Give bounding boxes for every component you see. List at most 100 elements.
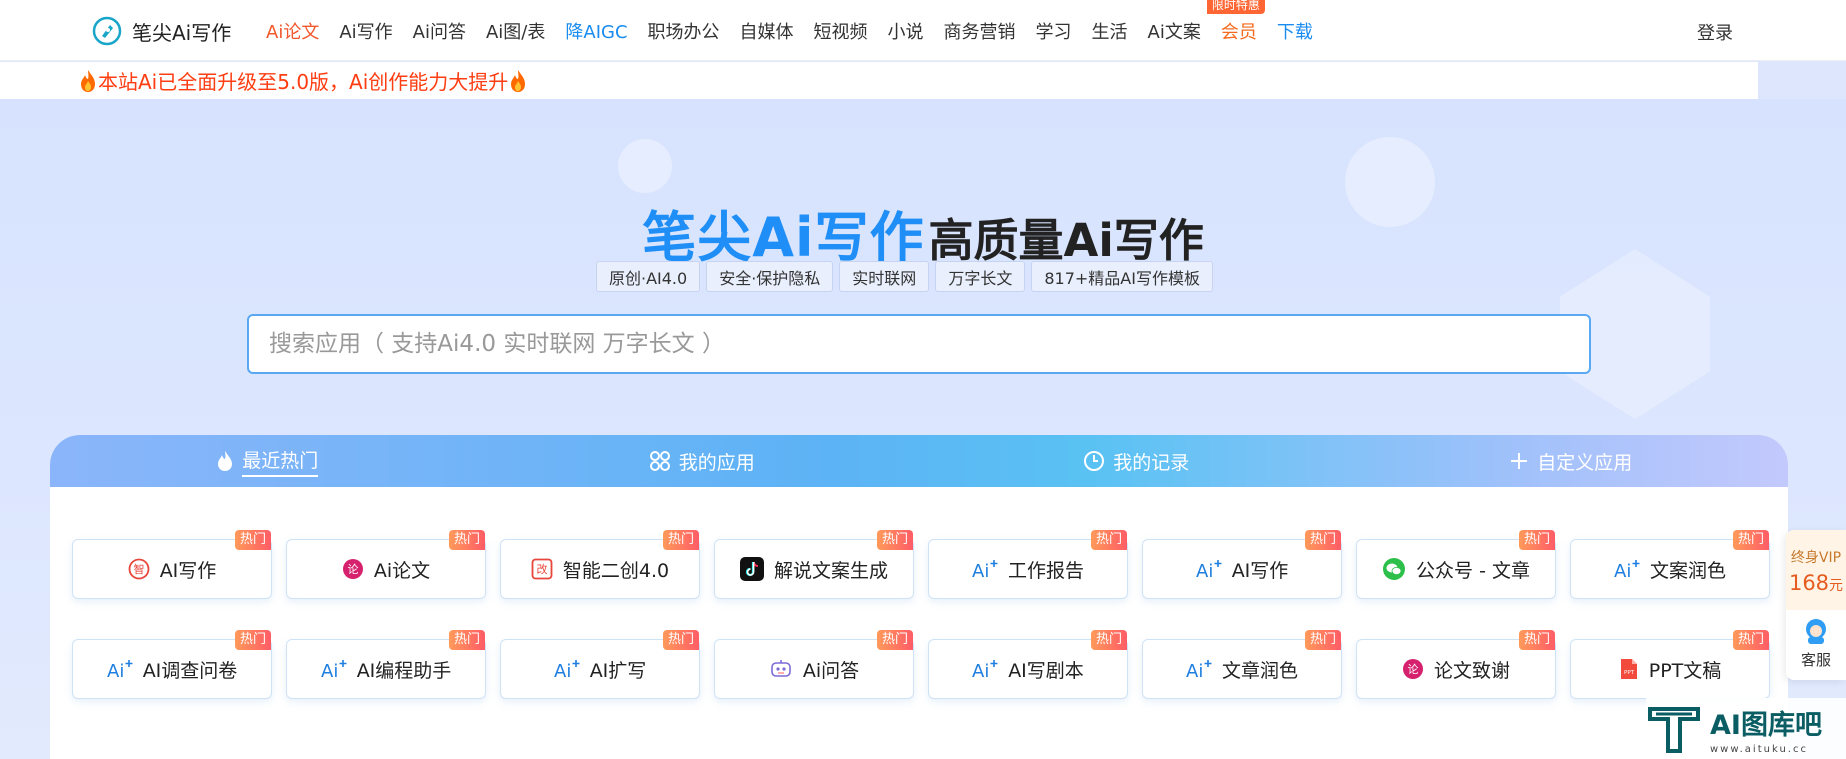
app-card[interactable]: Ai 工作报告 热门	[928, 530, 1128, 599]
nav-link-label: 自媒体	[739, 21, 794, 43]
app-card-label: AI写作	[1231, 559, 1289, 582]
app-card[interactable]: 智 AI写作 热门	[72, 530, 272, 599]
nav-link-10[interactable]: 学习	[1036, 18, 1072, 44]
app-card[interactable]: Ai 文章润色 热门	[1142, 630, 1342, 699]
customer-service-button[interactable]: 客服	[1786, 610, 1846, 670]
tab-3[interactable]: 自定义应用	[1354, 435, 1789, 487]
service-avatar-icon	[1806, 619, 1826, 644]
svg-text:Ai: Ai	[1196, 561, 1213, 580]
brand-logo[interactable]: 笔尖Ai写作	[92, 16, 231, 46]
nav-link-7[interactable]: 短视频	[814, 18, 868, 44]
promo-badge: 限时特惠	[1206, 0, 1265, 14]
plus-icon	[1509, 451, 1537, 471]
ai-sparkle-icon: Ai	[107, 658, 133, 680]
app-card[interactable]: 论 Ai论文 热门	[286, 530, 486, 599]
nav-link-5[interactable]: 职场办公	[648, 18, 720, 44]
app-card[interactable]: Ai AI调查问卷 热门	[72, 630, 272, 699]
hero-section: 笔尖Ai写作高质量Ai写作 原创·AI4.0 安全·保护隐私 实时联网 万字长文 817…	[0, 99, 1846, 759]
tab-0[interactable]: 最近热门	[50, 435, 485, 487]
app-card-label: AI写作	[159, 559, 217, 582]
hot-badge: 热门	[448, 530, 485, 550]
tab-1[interactable]: 我的应用	[485, 435, 920, 487]
app-card-label: 文案润色	[1649, 559, 1726, 582]
ai-sparkle-icon: Ai	[1614, 558, 1640, 580]
nav-link-11[interactable]: 生活	[1092, 18, 1128, 44]
gai-icon: 改	[531, 558, 553, 580]
app-card[interactable]: PPT PPT文稿 热门	[1570, 630, 1770, 699]
brand-name: 笔尖Ai写作	[132, 20, 232, 45]
nav-link-label: 下载	[1276, 21, 1313, 43]
service-label: 客服	[1800, 651, 1831, 669]
tab-label: 最近热门	[242, 446, 319, 477]
svg-text:Ai: Ai	[972, 661, 989, 680]
hot-badge: 热门	[234, 630, 271, 650]
app-card[interactable]: 改 智能二创4.0 热门	[500, 530, 700, 599]
hero-title-brand: 笔尖Ai写作	[642, 206, 925, 269]
clock-icon	[1083, 450, 1113, 472]
tab-label: 自定义应用	[1537, 451, 1633, 474]
app-card-label: Ai问答	[802, 659, 860, 682]
app-card-label: 工作报告	[1007, 559, 1084, 582]
hot-badge: 热门	[1304, 630, 1341, 650]
nav-link-label: 降AIGC	[565, 21, 628, 43]
app-card[interactable]: Ai AI写剧本 热门	[928, 630, 1128, 699]
side-float-widget: 终身VIP 168元 客服	[1786, 530, 1846, 680]
app-card[interactable]: Ai AI编程助手 热门	[286, 630, 486, 699]
app-card[interactable]: Ai问答 热门	[714, 630, 914, 699]
app-grid: 智 AI写作 热门论 Ai论文 热门改智能二创4.0 热门 解说文案生成 热门 Ai 工作报告 热门…	[50, 487, 1788, 699]
feature-tag: 万字长文	[935, 261, 1026, 292]
login-link[interactable]: 登录	[1697, 19, 1733, 45]
app-card[interactable]: Ai 文案润色 热门	[1570, 530, 1770, 599]
fire-emoji-icon	[81, 69, 95, 92]
nav-link-1[interactable]: Ai写作	[339, 18, 392, 44]
app-card[interactable]: Ai AI写作 热门	[1142, 530, 1342, 599]
nav-link-2[interactable]: Ai问答	[413, 18, 466, 44]
watermark: AI图库吧 www.aituku.cc	[1646, 698, 1846, 759]
watermark-url: www.aituku.cc	[1710, 743, 1808, 755]
nav-link-14[interactable]: 下载	[1277, 18, 1313, 44]
vip-promo[interactable]: 终身VIP 168元	[1786, 530, 1846, 610]
app-card-label: AI写剧本	[1008, 659, 1084, 682]
nav-link-9[interactable]: 商务营销	[944, 18, 1016, 44]
app-row: 智 AI写作 热门论 Ai论文 热门改智能二创4.0 热门 解说文案生成 热门 Ai 工作报告 热门…	[72, 530, 1788, 599]
tab-label: 我的记录	[1113, 451, 1190, 474]
top-navbar: 笔尖Ai写作 Ai论文 Ai写作 Ai问答 Ai图/表 降AIGC 职场办公 自媒体 短视频小…	[0, 0, 1846, 61]
nav-link-13[interactable]: 会员 限时特惠	[1206, 0, 1265, 44]
app-card[interactable]: 论 论文致谢 热门	[1356, 630, 1556, 699]
lun-icon: 论	[342, 558, 364, 580]
douyin-icon	[739, 557, 764, 581]
nav-link-4[interactable]: 降AIGC	[565, 18, 627, 44]
nav-link-12[interactable]: Ai文案	[1148, 18, 1201, 44]
tab-2[interactable]: 我的记录	[919, 435, 1354, 487]
vip-price-value: 168	[1788, 571, 1830, 595]
app-card-label: PPT文稿	[1648, 659, 1722, 682]
watermark-logo-icon	[1648, 706, 1700, 753]
app-card[interactable]: Ai AI扩写 热门	[500, 630, 700, 699]
app-card[interactable]: 公众号 - 文章 热门	[1356, 530, 1556, 599]
svg-text:Ai: Ai	[972, 561, 989, 580]
svg-text:Ai: Ai	[107, 661, 124, 680]
nav-link-3[interactable]: Ai图/表	[486, 18, 545, 44]
lun-icon: 论	[1402, 658, 1424, 680]
svg-text:Ai: Ai	[1186, 661, 1203, 680]
hot-badge: 热门	[876, 530, 913, 550]
hot-badge: 热门	[448, 630, 485, 650]
hero-title-rest: 高质量Ai写作	[928, 214, 1204, 267]
zhi-icon: 智	[128, 558, 150, 580]
svg-text:论: 论	[347, 562, 358, 576]
app-search-input[interactable]	[247, 314, 1591, 374]
nav-link-6[interactable]: 自媒体	[740, 18, 794, 44]
robot-icon	[769, 658, 793, 680]
flame-icon	[216, 450, 242, 472]
announcement-text: 本站Ai已全面升级至5.0版，Ai创作能力大提升	[98, 70, 509, 94]
nav-link-label: 学习	[1035, 21, 1072, 43]
app-card-label: 论文致谢	[1433, 659, 1510, 682]
grid-icon	[649, 450, 679, 472]
ai-sparkle-icon: Ai	[1196, 558, 1222, 580]
nav-link-8[interactable]: 小说	[888, 18, 924, 44]
app-card[interactable]: 解说文案生成 热门	[714, 530, 914, 599]
nav-link-0[interactable]: Ai论文	[266, 18, 319, 44]
app-card-label: 公众号 - 文章	[1416, 559, 1530, 582]
svg-text:论: 论	[1407, 662, 1418, 676]
hot-badge: 热门	[1090, 530, 1127, 550]
